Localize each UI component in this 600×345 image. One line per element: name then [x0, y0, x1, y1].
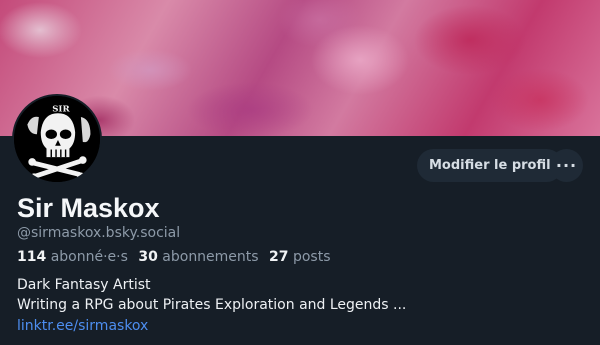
- ellipsis-icon: ···: [555, 156, 578, 175]
- following-count: 30: [138, 249, 158, 265]
- profile-stats: 114 abonné·e·s 30 abonnements 27 posts: [17, 249, 337, 265]
- followers-label: abonné·e·s: [50, 249, 128, 265]
- posts-count: 27: [269, 249, 289, 265]
- edit-profile-button[interactable]: Modifier le profil: [417, 149, 563, 182]
- bio-link[interactable]: linktr.ee/sirmaskox: [17, 318, 148, 334]
- following-label: abonnements: [162, 249, 259, 265]
- profile-handle: @sirmaskox.bsky.social: [17, 225, 181, 241]
- posts-stat: 27 posts: [269, 249, 330, 265]
- display-name: Sir Maskox: [17, 193, 160, 223]
- avatar[interactable]: SIR: [12, 94, 102, 184]
- bio-line: Writing a RPG about Pirates Exploration …: [17, 297, 407, 313]
- posts-label: posts: [292, 249, 331, 265]
- followers-count: 114: [17, 249, 47, 265]
- following-stat[interactable]: 30 abonnements: [138, 249, 258, 265]
- more-options-button[interactable]: ···: [550, 149, 583, 182]
- followers-stat[interactable]: 114 abonné·e·s: [17, 249, 128, 265]
- bio-line: Dark Fantasy Artist: [17, 277, 151, 293]
- skull-crossbones-icon: SIR: [14, 96, 100, 182]
- svg-text:SIR: SIR: [52, 104, 70, 114]
